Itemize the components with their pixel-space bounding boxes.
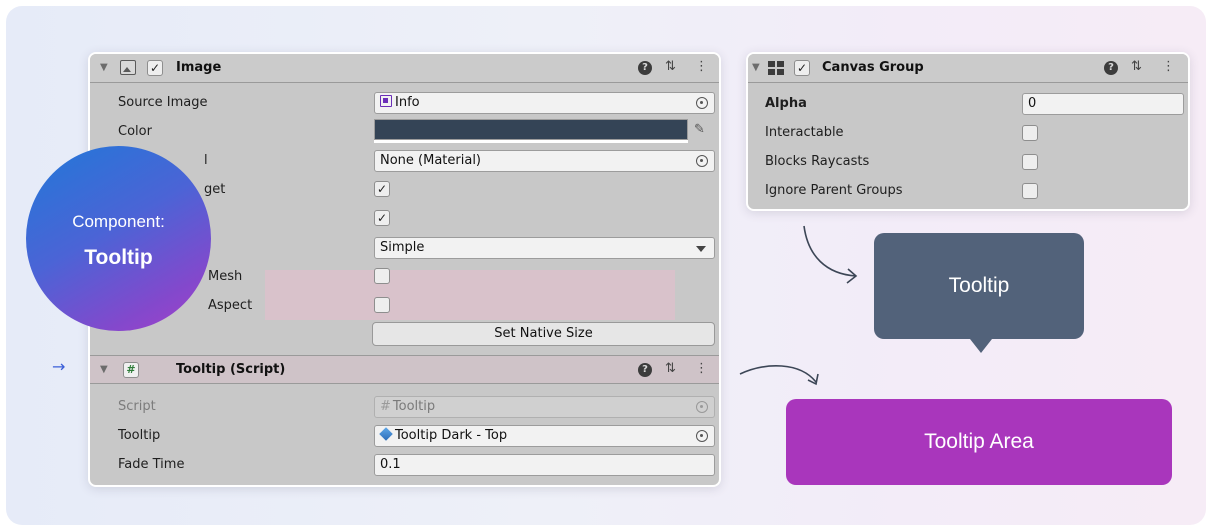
color-alpha-bar — [374, 140, 688, 143]
object-picker-icon[interactable] — [696, 430, 708, 442]
kebab-menu-icon[interactable]: ⋮ — [695, 59, 708, 74]
field-value: Info — [395, 95, 420, 110]
image-component-header[interactable]: ▼ ✓ Image ? ⇅ ⋮ — [90, 54, 719, 83]
inspector-panel-canvas-group: ▼ ✓ Canvas Group ? ⇅ ⋮ Alpha 0 Interacta… — [746, 52, 1190, 211]
presets-icon[interactable]: ⇅ — [1131, 59, 1142, 74]
field-row-alpha: Alpha 0 — [748, 90, 1188, 119]
field-row-interactable: Interactable — [748, 119, 1188, 148]
material-field[interactable]: None (Material) — [374, 150, 715, 172]
field-label: Source Image — [118, 95, 208, 110]
maskable-checkbox[interactable]: ✓ — [374, 210, 390, 226]
kebab-menu-icon[interactable]: ⋮ — [695, 361, 708, 376]
set-native-size-button[interactable]: Set Native Size — [372, 322, 715, 346]
tooltip-area-preview: Tooltip Area — [786, 399, 1172, 485]
badge-caption: Component: — [72, 212, 165, 231]
image-component-title: Image — [176, 60, 222, 75]
field-row-material: l None (Material) — [90, 147, 719, 176]
interactable-checkbox[interactable] — [1022, 125, 1038, 141]
kebab-menu-icon[interactable]: ⋮ — [1162, 59, 1175, 74]
object-picker-icon — [696, 401, 708, 413]
object-picker-icon[interactable] — [696, 97, 708, 109]
image-enabled-checkbox[interactable]: ✓ — [147, 60, 163, 76]
help-icon[interactable]: ? — [638, 363, 652, 377]
prefab-icon — [379, 427, 393, 441]
foldout-arrow-icon[interactable]: ▼ — [752, 62, 760, 73]
foldout-arrow-icon[interactable]: ▼ — [100, 62, 108, 73]
image-type-dropdown[interactable]: Simple — [374, 237, 715, 259]
color-field[interactable] — [374, 119, 688, 140]
ignore-parent-groups-checkbox[interactable] — [1022, 183, 1038, 199]
field-value: Tooltip Dark - Top — [395, 428, 508, 443]
script-hash-icon: # — [380, 399, 391, 414]
script-field: # Tooltip — [374, 396, 715, 418]
curved-arrow-icon — [803, 225, 858, 284]
object-picker-icon[interactable] — [696, 155, 708, 167]
arrow-right-icon: → — [52, 357, 66, 376]
field-label-partial: Mesh — [208, 269, 243, 284]
field-label: Interactable — [765, 125, 844, 140]
tooltip-script-header[interactable]: ▼ # Tooltip (Script) ? ⇅ ⋮ — [90, 355, 719, 384]
image-icon — [120, 60, 136, 75]
tooltip-prefab-field[interactable]: Tooltip Dark - Top — [374, 425, 715, 447]
eyedropper-icon[interactable]: ✎ — [694, 122, 705, 137]
field-row-ignore-parent-groups: Ignore Parent Groups — [748, 177, 1188, 206]
source-image-field[interactable]: Info — [374, 92, 715, 114]
field-label: Blocks Raycasts — [765, 154, 870, 169]
alpha-input[interactable]: 0 — [1022, 93, 1184, 115]
field-row-blocks-raycasts: Blocks Raycasts — [748, 148, 1188, 177]
raycast-target-checkbox[interactable]: ✓ — [374, 181, 390, 197]
field-label-partial: l — [204, 153, 208, 168]
canvas-group-icon — [768, 61, 784, 75]
canvas-group-enabled-checkbox[interactable]: ✓ — [794, 60, 810, 76]
tooltip-script-title: Tooltip (Script) — [176, 362, 286, 377]
curved-arrow-icon — [739, 365, 819, 386]
field-value: Tooltip — [392, 399, 436, 414]
use-sprite-mesh-checkbox[interactable] — [374, 268, 390, 284]
field-label: Color — [118, 124, 152, 139]
field-value: Simple — [380, 240, 425, 255]
canvas-group-header[interactable]: ▼ ✓ Canvas Group ? ⇅ ⋮ — [748, 54, 1188, 83]
sprite-icon — [380, 95, 392, 107]
canvas-group-title: Canvas Group — [822, 60, 924, 75]
field-label: Alpha — [765, 96, 807, 111]
field-label-partial: Aspect — [208, 298, 253, 313]
script-hash-icon: # — [123, 362, 139, 378]
field-row-tooltip: Tooltip Tooltip Dark - Top — [90, 422, 719, 451]
chevron-down-icon — [696, 246, 706, 252]
field-label: Ignore Parent Groups — [765, 183, 903, 198]
tooltip-tail — [970, 339, 992, 353]
field-value: None (Material) — [380, 153, 482, 168]
help-icon[interactable]: ? — [638, 61, 652, 75]
field-label: Script — [118, 399, 156, 414]
preserve-aspect-checkbox[interactable] — [374, 297, 390, 313]
presets-icon[interactable]: ⇅ — [665, 361, 676, 376]
tooltip-preview: Tooltip — [874, 233, 1084, 339]
field-label-partial: get — [204, 182, 226, 197]
blocks-raycasts-checkbox[interactable] — [1022, 154, 1038, 170]
field-row-script: Script # Tooltip — [90, 393, 719, 422]
foldout-arrow-icon[interactable]: ▼ — [100, 364, 108, 375]
badge-component-name: Tooltip — [84, 246, 153, 269]
field-row-fade-time: Fade Time 0.1 — [90, 451, 719, 480]
presets-icon[interactable]: ⇅ — [665, 59, 676, 74]
fade-time-input[interactable]: 0.1 — [374, 454, 715, 476]
component-badge: Component: Tooltip — [26, 146, 211, 331]
field-label: Tooltip — [118, 428, 161, 443]
help-icon[interactable]: ? — [1104, 61, 1118, 75]
field-row-source-image: Source Image Info — [90, 89, 719, 118]
field-label: Fade Time — [118, 457, 185, 472]
